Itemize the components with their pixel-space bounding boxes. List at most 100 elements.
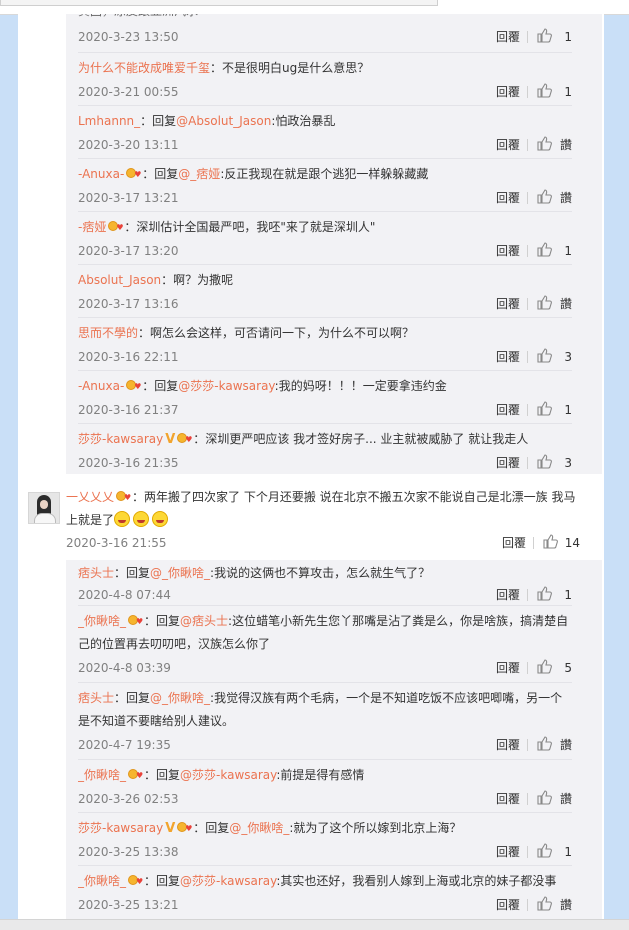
reply-text: 啊？为撒呢 xyxy=(173,273,234,287)
reply-thread-2: 痞头士：回复@_你瞅啥_:我说的这俩也不算攻击，怎么就生气了？ 2020-4-8… xyxy=(66,560,602,919)
user-nick[interactable]: 思而不學的 xyxy=(78,326,138,340)
reply-button[interactable]: 回覆 xyxy=(496,399,520,421)
mention-link[interactable]: @Absolut_Jason xyxy=(176,114,271,128)
reply-button[interactable]: 回覆 xyxy=(496,657,520,679)
verified-v-icon: V xyxy=(165,432,176,447)
reply-button[interactable]: 回覆 xyxy=(496,26,520,48)
avatar[interactable] xyxy=(28,492,60,524)
mention-link[interactable]: @_你瞅啥_ xyxy=(150,566,210,580)
like-count: 讚 xyxy=(559,297,572,311)
thumbs-up-icon[interactable] xyxy=(536,453,552,469)
like-count: 1 xyxy=(564,403,572,417)
thumbs-up-icon[interactable] xyxy=(536,400,552,416)
like-count: 讚 xyxy=(559,792,572,806)
laugh-emoji-icon xyxy=(114,511,131,527)
thumbs-up-icon[interactable] xyxy=(536,241,552,257)
thumbs-up-icon[interactable] xyxy=(536,82,552,98)
reply-button[interactable]: 回覆 xyxy=(496,894,520,916)
user-nick[interactable]: 莎莎-kawsaray xyxy=(78,821,163,835)
reply-button[interactable]: 回覆 xyxy=(496,240,520,262)
user-nick[interactable]: Lmhannn_ xyxy=(78,114,140,128)
thumbs-up-icon[interactable] xyxy=(536,188,552,204)
thumbs-up-icon[interactable] xyxy=(536,135,552,151)
horizontal-scrollbar[interactable] xyxy=(0,919,629,930)
reply-text: :我说的这俩也不算攻击，怎么就生气了？ xyxy=(210,566,431,580)
thumbs-up-icon[interactable] xyxy=(536,294,552,310)
reply-item: _你瞅啥_ ♥ ：回复@莎莎-kawsaray:前提是得有感情 2020-3-26 … xyxy=(78,760,572,813)
mention-link[interactable]: @莎莎-kawsaray xyxy=(180,874,276,888)
reply-button[interactable]: 回覆 xyxy=(502,532,526,554)
thumbs-up-icon[interactable] xyxy=(536,789,552,805)
like-count: 1 xyxy=(564,588,572,602)
reply-meta: 2020-3-26 02:53 回覆 讚 xyxy=(78,788,572,810)
reply-button[interactable]: 回覆 xyxy=(496,293,520,315)
comment-meta: 2020-3-16 21:55 回覆 14 xyxy=(66,532,580,554)
reply-item: 黄固，凉皮跟亚洲汽水 2020-3-23 13:50 回覆 1 xyxy=(78,14,572,53)
fan-badge-icon: ♥ xyxy=(177,432,192,444)
thumbs-up-icon[interactable] xyxy=(536,585,552,601)
reply-button[interactable]: 回覆 xyxy=(496,346,520,368)
divider xyxy=(527,245,528,257)
fan-badge-icon: ♥ xyxy=(128,768,143,780)
user-nick[interactable]: Absolut_Jason xyxy=(78,273,161,287)
reply-item: -Anuxa- ♥ ：回复@_痞娅:反正我现在就是跟个逃犯一样躲躲藏藏 2020-3… xyxy=(78,159,572,212)
mention-link[interactable]: @_痞娅 xyxy=(178,167,220,181)
reply-meta: 2020-4-8 07:44 回覆 1 xyxy=(78,584,572,606)
clipped-text: 黄固，凉皮跟亚洲汽水 xyxy=(78,14,572,23)
reply-button[interactable]: 回覆 xyxy=(496,134,520,156)
fan-badge-icon: ♥ xyxy=(116,490,131,502)
divider xyxy=(527,457,528,469)
reply-button[interactable]: 回覆 xyxy=(496,841,520,863)
reply-text: :怕政治暴乱 xyxy=(271,114,336,128)
reply-button[interactable]: 回覆 xyxy=(496,452,520,474)
like-count: 3 xyxy=(564,350,572,364)
reply-button[interactable]: 回覆 xyxy=(496,187,520,209)
user-nick[interactable]: 莎莎-kawsaray xyxy=(78,432,163,446)
user-nick[interactable]: -Anuxa- xyxy=(78,379,124,393)
reply-text: :前提是得有感情 xyxy=(276,768,365,782)
like-count: 5 xyxy=(564,661,572,675)
thumbs-up-icon[interactable] xyxy=(536,658,552,674)
mention-link[interactable]: @莎莎-kawsaray xyxy=(180,768,276,782)
mention-link[interactable]: @莎莎-kawsaray xyxy=(178,379,274,393)
user-nick[interactable]: _你瞅啥_ xyxy=(78,614,126,628)
timestamp: 2020-3-17 13:16 xyxy=(78,297,179,311)
reply-prefix: ：回复 xyxy=(144,768,181,782)
thumbs-up-icon[interactable] xyxy=(536,842,552,858)
reply-button[interactable]: 回覆 xyxy=(496,584,520,606)
user-nick[interactable]: 痞头士 xyxy=(78,566,114,580)
divider xyxy=(527,662,528,674)
fan-badge-icon: ♥ xyxy=(128,614,143,626)
mention-link[interactable]: @_你瞅啥_ xyxy=(150,691,210,705)
mention-link[interactable]: @痞头士 xyxy=(180,614,228,628)
reply-text: :反正我现在就是跟个逃犯一样躲躲藏藏 xyxy=(220,167,429,181)
reply-button[interactable]: 回覆 xyxy=(496,788,520,810)
user-nick[interactable]: 痞头士 xyxy=(78,691,114,705)
fan-badge-icon: ♥ xyxy=(177,821,192,833)
timestamp: 2020-3-21 00:55 xyxy=(78,85,179,99)
mention-link[interactable]: @_你瞅啥_ xyxy=(229,821,289,835)
reply-prefix: ： xyxy=(161,273,174,287)
thumbs-up-icon[interactable] xyxy=(536,347,552,363)
thumbs-up-icon[interactable] xyxy=(536,895,552,911)
thumbs-up-icon[interactable] xyxy=(536,735,552,751)
user-nick[interactable]: 一乂乂乂 xyxy=(66,490,114,504)
reply-meta: 2020-3-21 00:55 回覆 1 xyxy=(78,81,572,103)
like-count: 14 xyxy=(564,536,580,550)
reply-prefix: ：回复 xyxy=(144,874,181,888)
reply-button[interactable]: 回覆 xyxy=(496,734,520,756)
thumbs-up-icon[interactable] xyxy=(542,533,558,549)
user-nick[interactable]: -Anuxa- xyxy=(78,167,124,181)
divider xyxy=(527,404,528,416)
thumbs-up-icon[interactable] xyxy=(536,27,552,43)
reply-button[interactable]: 回覆 xyxy=(496,81,520,103)
divider xyxy=(527,846,528,858)
user-nick[interactable]: _你瞅啥_ xyxy=(78,768,126,782)
reply-text: :就为了这个所以嫁到北京上海？ xyxy=(289,821,462,835)
user-nick[interactable]: 为什么不能改成唯爱千玺 xyxy=(78,61,210,75)
reply-prefix: ： xyxy=(210,61,223,75)
user-nick[interactable]: -痞娅 xyxy=(78,220,106,234)
reply-text: 啊怎么会这样，可否请问一下，为什么不可以啊？ xyxy=(150,326,415,340)
reply-meta: 2020-3-20 13:11 回覆 讚 xyxy=(78,134,572,156)
user-nick[interactable]: _你瞅啥_ xyxy=(78,874,126,888)
